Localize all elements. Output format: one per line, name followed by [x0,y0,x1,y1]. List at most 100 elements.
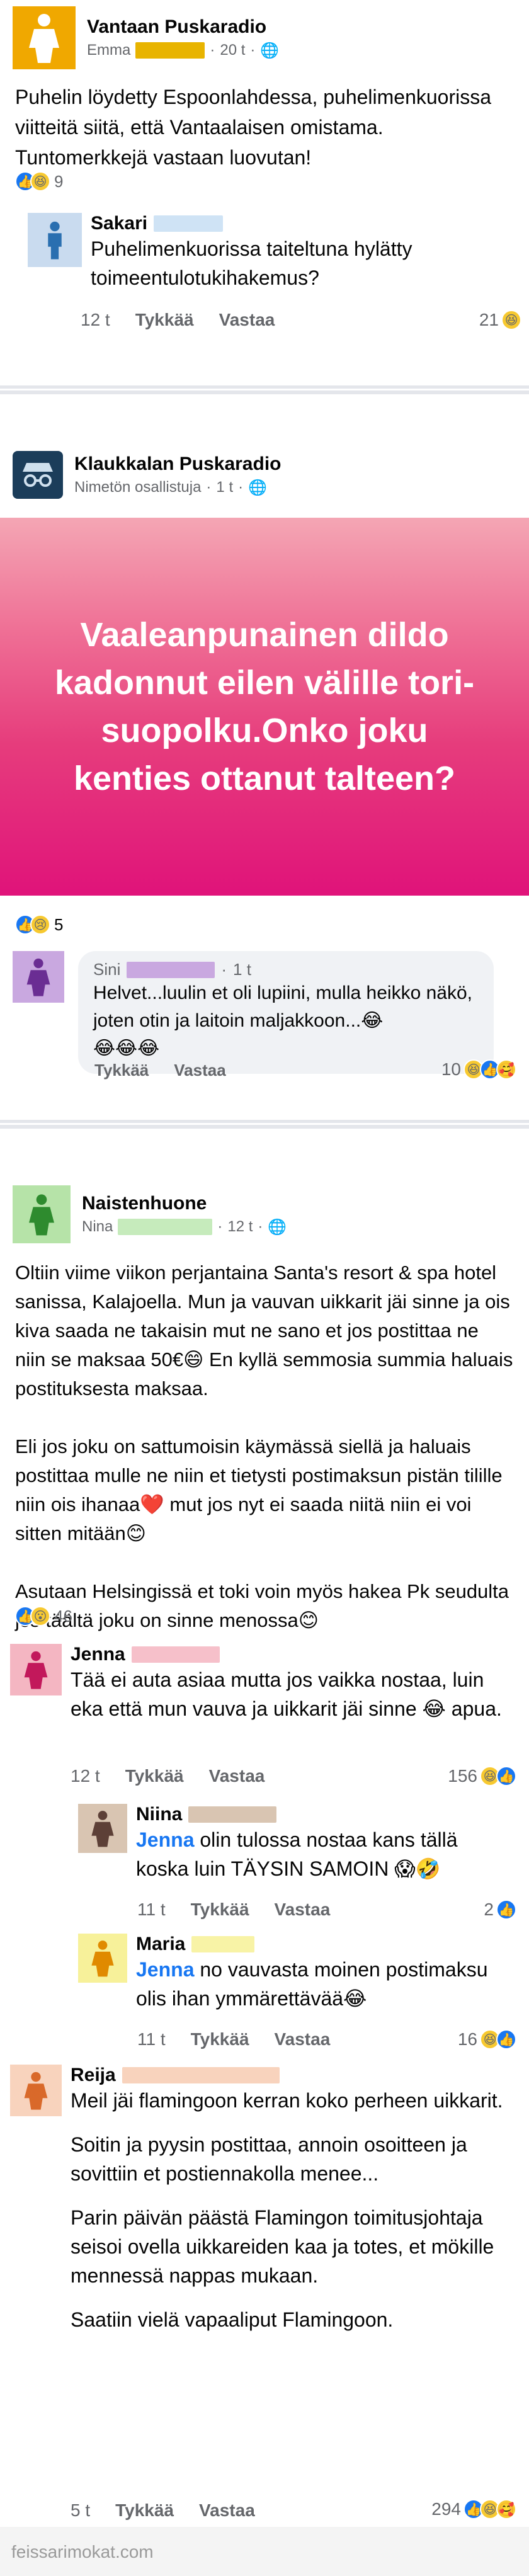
mention-link[interactable]: Jenna [136,1958,194,1981]
comment-reaction-count: 10 [441,1059,461,1079]
comment-reaction-count: 21 [479,310,499,329]
commenter-name[interactable]: Maria [136,1934,185,1955]
commenter-avatar[interactable] [78,1804,127,1853]
comment-jenna: Jenna Tää ei auta asiaa mutta jos vaikka… [10,1644,516,1723]
like-button[interactable]: Tykkää [125,1766,184,1786]
redacted-surname [127,961,215,978]
like-reaction-icon: 👍 [496,1766,516,1786]
post-time[interactable]: 1 t [216,479,233,496]
comment-time[interactable]: 5 t [71,2500,90,2521]
like-button[interactable]: Tykkää [115,2500,174,2521]
commenter-name[interactable]: Jenna [71,1644,125,1665]
comment-actions-row: 5 t Tykkää Vastaa 294 👍 😆 🥰 [71,2495,516,2521]
commenter-avatar[interactable] [13,951,64,1003]
like-reaction-icon: 👍 [496,1900,516,1920]
comment-paragraph-3: Parin päivän päästä Flamingon toimitusjo… [71,2206,494,2287]
comment-reactions[interactable]: 156 😆 👍 [448,1766,516,1786]
footer-watermark: feissarimokat.com [0,2527,529,2576]
comment-text: Tää ei auta asiaa mutta jos vaikka nosta… [71,1668,502,1720]
commenter-avatar[interactable] [10,1644,62,1695]
anonymous-avatar[interactable] [13,451,63,499]
commenter-avatar[interactable] [28,213,82,267]
comment-actions-row: Tykkää Vastaa 10 😆 👍 🥰 [94,1056,516,1081]
commenter-name[interactable]: Sakari [91,213,147,234]
haha-reaction-icon: 😆 [30,171,50,191]
like-button[interactable]: Tykkää [191,2029,249,2049]
separator-line [0,389,529,390]
person-icon [29,1194,54,1236]
reply-button[interactable]: Vastaa [209,1766,265,1786]
redacted-surname [131,1646,220,1663]
person-icon [91,1941,114,1977]
commenter-name[interactable]: Niina [136,1804,182,1825]
comment-reactions[interactable]: 2 👍 [484,1900,516,1920]
reply-maria: Maria Jenna no vauvasta moinen postimaks… [78,1934,516,2013]
reaction-count: 9 [54,171,64,191]
group-avatar[interactable] [13,6,76,69]
post-header: Naistenhuone Nina · 12 t · 🌐 [13,1185,287,1243]
sad-reaction-icon: 😢 [30,915,50,935]
comment-reactions[interactable]: 16 😆 👍 [458,2029,516,2049]
comment-time[interactable]: 1 t [233,960,251,979]
comment-reaction-count: 16 [457,2029,477,2049]
mention-link[interactable]: Jenna [136,1828,194,1851]
care-reaction-icon: 🥰 [496,1059,516,1080]
haha-reaction-icon: 😆 [501,310,521,330]
commenter-name[interactable]: Reija [71,2065,116,2086]
group-name[interactable]: Vantaan Puskaradio [87,16,279,38]
author-name[interactable]: Nimetön osallistuja [74,479,201,496]
reply-button[interactable]: Vastaa [275,1900,331,1920]
reply-niina: Niina Jenna olin tulossa nostaa kans täl… [78,1804,516,1883]
author-name[interactable]: Nina [82,1218,113,1236]
post-time[interactable]: 20 t [220,42,245,59]
person-icon [48,221,62,259]
redacted-surname [188,1806,277,1823]
comment-paragraph-2: Soitin ja pyysin postittaa, annoin osoit… [71,2133,467,2185]
reaction-summary[interactable]: 👍 😮 46 [15,1606,72,1626]
post-header: Vantaan Puskaradio Emma · 20 t · 🌐 [13,6,279,69]
comment-reija: Reija Meil jäi flamingoon kerran koko pe… [10,2065,516,2334]
comment-reaction-count: 294 [431,2499,461,2519]
post-vantaan: Vantaan Puskaradio Emma · 20 t · 🌐 Puhel… [0,0,529,378]
comment-time[interactable]: 12 t [81,310,110,330]
comment-time[interactable]: 11 t [137,2029,166,2049]
separator-line [0,1123,529,1125]
globe-icon: 🌐 [248,479,267,496]
like-reaction-icon: 👍 [496,2029,516,2049]
reply-button[interactable]: Vastaa [275,2029,331,2049]
person-icon [29,14,59,63]
group-name[interactable]: Naistenhuone [82,1193,287,1214]
person-icon [91,1811,114,1847]
comment-reactions[interactable]: 21 😆 [479,310,521,330]
like-button[interactable]: Tykkää [135,310,194,330]
comment-reaction-count: 2 [484,1900,494,1919]
comment-sakari: Sakari Puhelimenkuorissa taiteltuna hylä… [28,213,516,292]
redacted-surname [154,215,224,232]
redacted-surname [135,42,205,59]
comment-reaction-count: 156 [448,1766,477,1786]
comment-time[interactable]: 11 t [137,1900,166,1920]
reply-button[interactable]: Vastaa [219,310,275,330]
comment-actions-row: 11 t Tykkää Vastaa 16 😆 👍 [137,2024,516,2049]
comment-reactions[interactable]: 10 😆 👍 🥰 [441,1059,516,1080]
post-paragraph-1: Oltiin viime viikon perjantaina Santa's … [15,1262,513,1399]
like-button[interactable]: Tykkää [191,1900,249,1920]
person-icon [24,2072,48,2110]
commenter-name[interactable]: Sini [93,960,120,979]
commenter-avatar[interactable] [10,2065,62,2116]
wow-reaction-icon: 😮 [30,1606,50,1626]
reply-button[interactable]: Vastaa [174,1061,225,1080]
reaction-summary[interactable]: 👍 😢 5 [15,915,63,935]
author-name[interactable]: Emma [87,42,130,59]
post-klaukkala: Klaukkalan Puskaradio Nimetön osallistuj… [0,394,529,1112]
author-avatar[interactable] [13,1185,71,1243]
comment-time[interactable]: 12 t [71,1766,100,1786]
reply-button[interactable]: Vastaa [199,2500,255,2521]
group-name[interactable]: Klaukkalan Puskaradio [74,453,281,475]
commenter-avatar[interactable] [78,1934,127,1983]
anonymous-icon [23,463,53,487]
like-button[interactable]: Tykkää [94,1061,149,1080]
comment-reactions[interactable]: 294 👍 😆 🥰 [431,2499,516,2519]
reaction-summary[interactable]: 👍 😆 9 [15,171,63,191]
post-time[interactable]: 12 t [227,1218,253,1236]
